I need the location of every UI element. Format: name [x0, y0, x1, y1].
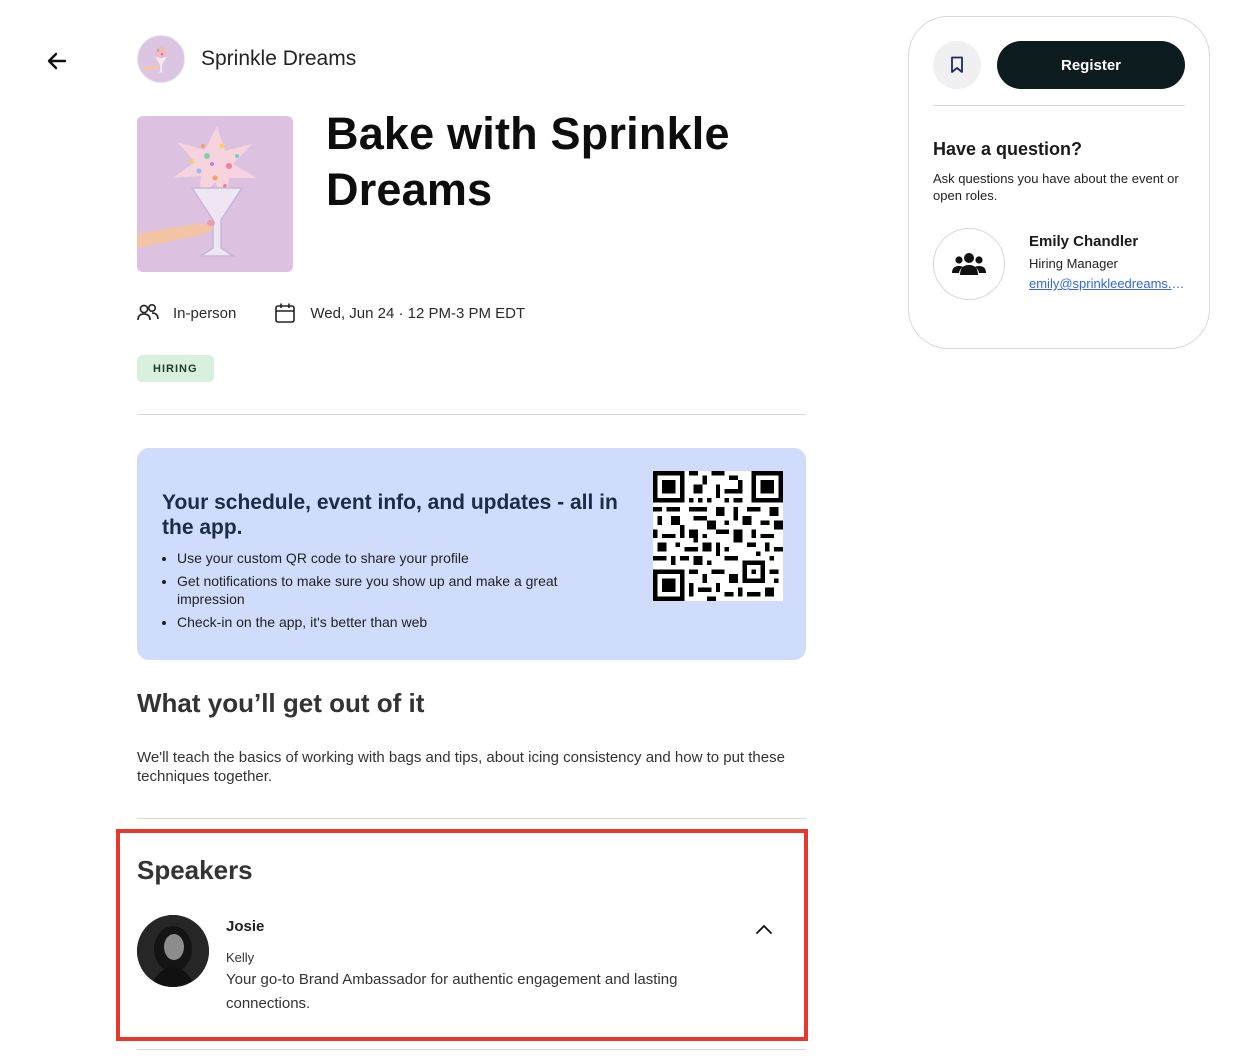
list-item: Check-in on the app, it's better than we… [177, 613, 617, 631]
speaker-avatar [137, 915, 209, 987]
about-heading: What you’ll get out of it [137, 688, 425, 718]
app-promo-card: Your schedule, event info, and updates -… [137, 448, 806, 660]
arrow-left-icon [47, 52, 67, 70]
list-item: Use your custom QR code to share your pr… [177, 549, 617, 567]
speakers-heading: Speakers [137, 855, 253, 885]
event-datetime: Wed, Jun 24 · 12 PM-3 PM EDT [274, 302, 525, 324]
qr-code [653, 471, 783, 601]
chevron-up-icon [756, 925, 772, 934]
registration-card: Register Have a question? Ask questions … [908, 16, 1210, 349]
event-title: Bake with Sprinkle Dreams [326, 108, 730, 215]
collapse-speaker-button[interactable] [751, 916, 777, 942]
question-description: Ask questions you have about the event o… [933, 171, 1179, 203]
back-button[interactable] [40, 44, 74, 78]
event-image [137, 116, 293, 272]
event-meta: In-person Wed, Jun 24 · 12 PM-3 PM EDT [137, 302, 563, 324]
divider [137, 1049, 806, 1050]
contact-avatar [933, 228, 1005, 300]
organizer-name[interactable]: Sprinkle Dreams [201, 47, 356, 71]
event-format: In-person [137, 303, 236, 323]
app-promo-list: Use your custom QR code to share your pr… [177, 549, 617, 636]
list-item: Get notifications to make sure you show … [177, 572, 617, 608]
organizer-avatar [137, 35, 185, 83]
contact-role: Hiring Manager [1029, 256, 1118, 271]
organizer[interactable]: Sprinkle Dreams [137, 35, 356, 83]
contact-name: Emily Chandler [1029, 233, 1139, 250]
speaker-name: Josie [226, 918, 265, 935]
event-datetime-label: Wed, Jun 24 · 12 PM-3 PM EDT [310, 304, 526, 322]
event-format-label: In-person [173, 304, 237, 322]
calendar-icon [275, 303, 296, 323]
speaker-subtitle: Kelly [226, 950, 255, 965]
question-title: Have a question? [933, 139, 1083, 159]
people-icon [137, 303, 159, 321]
about-description: We'll teach the basics of working with b… [137, 749, 785, 785]
divider [933, 105, 1185, 106]
contact-email-link[interactable]: emily@sprinkleedreams.com [1029, 276, 1185, 291]
bookmark-button[interactable] [933, 41, 981, 89]
bookmark-icon [951, 56, 963, 73]
divider [137, 818, 806, 819]
speaker-bio: Your go-to Brand Ambassador for authenti… [226, 971, 678, 1012]
users-icon [952, 253, 986, 275]
register-button[interactable]: Register [997, 41, 1185, 89]
hiring-badge: HIRING [137, 355, 214, 382]
divider [137, 414, 806, 415]
app-promo-title: Your schedule, event info, and updates -… [162, 491, 618, 539]
